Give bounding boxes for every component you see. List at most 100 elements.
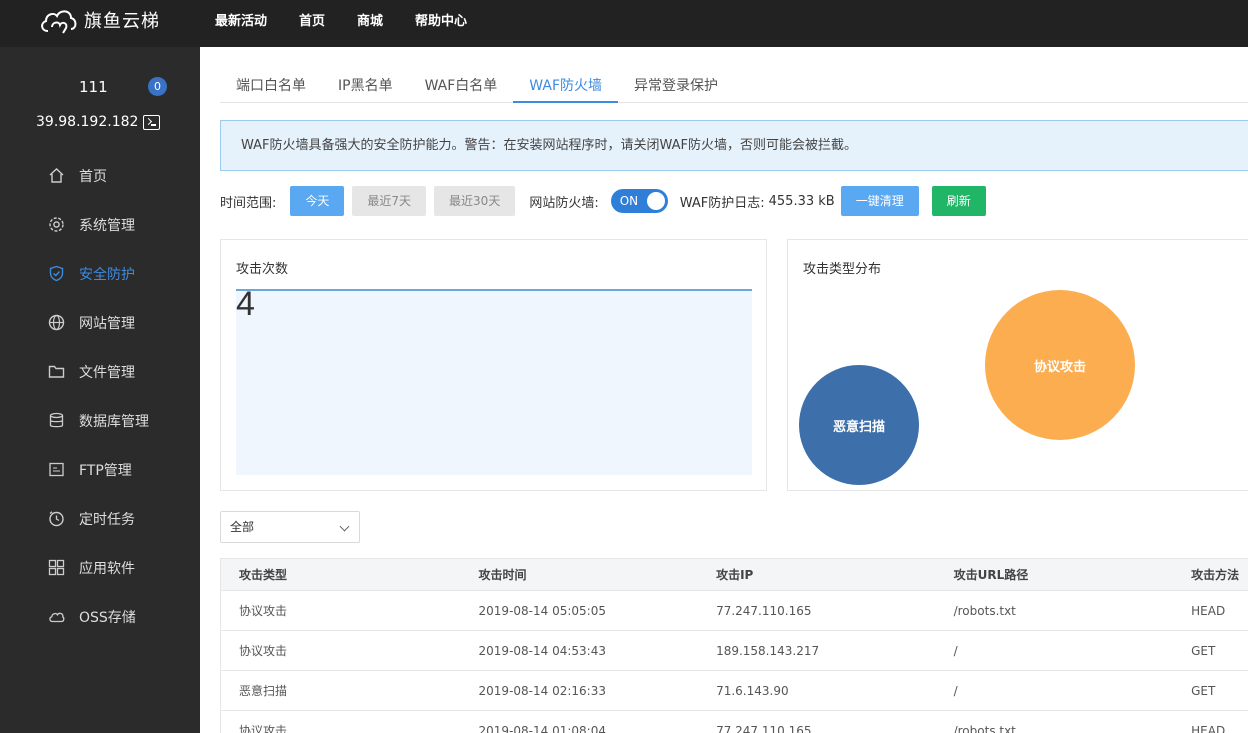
logo-text: 旗鱼云梯 bbox=[84, 11, 160, 32]
cell-attack-method: GET bbox=[1191, 684, 1216, 698]
column-header: 攻击URL路径 bbox=[953, 568, 1029, 582]
sidebar-item-label: 安全防护 bbox=[79, 266, 135, 283]
sidebar-item-security[interactable]: 安全防护 bbox=[0, 249, 200, 298]
user-name: 111 bbox=[79, 78, 108, 96]
sidebar-item-cron[interactable]: 定时任务 bbox=[0, 494, 200, 543]
table-row: 协议攻击 2019-08-14 05:05:05 77.247.110.165 … bbox=[221, 591, 1248, 631]
range-30days-button[interactable]: 最近30天 bbox=[434, 186, 516, 216]
cell-attack-method: HEAD bbox=[1191, 724, 1226, 733]
clock-icon bbox=[48, 510, 65, 527]
sidebar-item-ftp[interactable]: FTP管理 bbox=[0, 445, 200, 494]
message-badge[interactable]: 0 bbox=[148, 77, 167, 96]
cell-attack-url: / bbox=[953, 644, 958, 658]
chevron-down-icon bbox=[339, 521, 350, 532]
cell-attack-time: 2019-08-14 02:16:33 bbox=[478, 684, 606, 698]
nav-help-center[interactable]: 帮助中心 bbox=[415, 10, 467, 29]
sidebar-item-label: OSS存储 bbox=[79, 609, 136, 626]
sidebar-item-label: 首页 bbox=[79, 168, 107, 185]
attack-count-value: 4 bbox=[236, 285, 255, 323]
attack-type-panel: 攻击类型分布 恶意扫描 协议攻击 bbox=[787, 239, 1248, 491]
sidebar-item-system[interactable]: 系统管理 bbox=[0, 200, 200, 249]
sidebar-item-database[interactable]: 数据库管理 bbox=[0, 396, 200, 445]
column-header: 攻击方法 bbox=[1191, 568, 1240, 582]
sidebar-item-website[interactable]: 网站管理 bbox=[0, 298, 200, 347]
cell-attack-time: 2019-08-14 04:53:43 bbox=[478, 644, 606, 658]
cell-attack-method: HEAD bbox=[1191, 604, 1226, 618]
cell-attack-ip: 71.6.143.90 bbox=[716, 684, 789, 698]
cell-attack-ip: 77.247.110.165 bbox=[716, 724, 812, 733]
bubble-malicious-scan[interactable]: 恶意扫描 bbox=[799, 365, 919, 485]
attack-count-title: 攻击次数 bbox=[236, 262, 289, 277]
column-header: 攻击IP bbox=[716, 568, 754, 582]
sidebar: 111 0 39.98.192.182 首页 系统管理 安全防护 网站管理 文件… bbox=[0, 47, 200, 733]
cell-attack-url: / bbox=[953, 684, 958, 698]
toggle-label: ON bbox=[619, 194, 639, 208]
sidebar-item-apps[interactable]: 应用软件 bbox=[0, 543, 200, 592]
cloud-logo-icon bbox=[41, 10, 77, 34]
filter-selected-value: 全部 bbox=[230, 520, 255, 534]
database-icon bbox=[48, 412, 65, 429]
table-row: 协议攻击 2019-08-14 04:53:43 189.158.143.217… bbox=[221, 631, 1248, 671]
apps-icon bbox=[48, 559, 65, 576]
security-tabs: 端口白名单 IP黑名单 WAF白名单 WAF防火墙 异常登录保护 bbox=[220, 69, 1248, 103]
cell-attack-time: 2019-08-14 01:08:04 bbox=[478, 724, 606, 733]
tab-waf-whitelist[interactable]: WAF白名单 bbox=[409, 69, 514, 103]
sidebar-item-label: 数据库管理 bbox=[79, 413, 149, 430]
nav-home[interactable]: 首页 bbox=[299, 10, 325, 29]
waf-log-label: WAF防护日志: bbox=[679, 195, 765, 211]
sidebar-item-home[interactable]: 首页 bbox=[0, 151, 200, 200]
gear-icon bbox=[48, 216, 65, 233]
attack-log-table: 攻击类型 攻击时间 攻击IP 攻击URL路径 攻击方法 协议攻击 2019-08… bbox=[220, 558, 1248, 733]
sidebar-item-label: FTP管理 bbox=[79, 462, 132, 479]
home-icon bbox=[48, 167, 65, 184]
attack-type-filter-select[interactable]: 全部 bbox=[220, 511, 360, 543]
sidebar-item-label: 系统管理 bbox=[79, 217, 135, 234]
terminal-icon[interactable] bbox=[143, 115, 160, 130]
logo[interactable]: 旗鱼云梯 bbox=[38, 4, 160, 36]
table-row: 恶意扫描 2019-08-14 02:16:33 71.6.143.90 / G… bbox=[221, 671, 1248, 711]
table-header: 攻击类型 攻击时间 攻击IP 攻击URL路径 攻击方法 bbox=[221, 559, 1248, 591]
folder-icon bbox=[48, 363, 65, 380]
firewall-toggle[interactable]: ON bbox=[610, 189, 668, 213]
firewall-label: 网站防火墙: bbox=[529, 195, 599, 211]
cloud-icon bbox=[48, 608, 65, 625]
sidebar-item-label: 应用软件 bbox=[79, 560, 135, 577]
time-range-label: 时间范围: bbox=[220, 195, 277, 211]
sidebar-item-files[interactable]: 文件管理 bbox=[0, 347, 200, 396]
waf-warning-alert: WAF防火墙具备强大的安全防护能力。警告：在安装网站程序时，请关闭WAF防火墙，… bbox=[220, 120, 1248, 171]
top-nav: 最新活动 首页 商城 帮助中心 bbox=[215, 0, 499, 38]
range-today-button[interactable]: 今天 bbox=[290, 186, 345, 216]
cell-attack-method: GET bbox=[1191, 644, 1216, 658]
waf-controls: 时间范围: 今天 最近7天 最近30天 网站防火墙: ON WAF防护日志: 4… bbox=[220, 186, 994, 216]
main-content: 端口白名单 IP黑名单 WAF白名单 WAF防火墙 异常登录保护 WAF防火墙具… bbox=[200, 47, 1248, 733]
tab-port-whitelist[interactable]: 端口白名单 bbox=[220, 69, 322, 103]
waf-log-size: 455.33 kB bbox=[768, 193, 835, 209]
cell-attack-type: 协议攻击 bbox=[239, 724, 288, 733]
nav-store[interactable]: 商城 bbox=[357, 10, 383, 29]
tab-waf-firewall[interactable]: WAF防火墙 bbox=[513, 69, 619, 103]
sidebar-item-oss[interactable]: OSS存储 bbox=[0, 592, 200, 641]
top-bar: 旗鱼云梯 最新活动 首页 商城 帮助中心 bbox=[0, 0, 1248, 47]
cell-attack-ip: 189.158.143.217 bbox=[716, 644, 820, 658]
range-7days-button[interactable]: 最近7天 bbox=[352, 186, 427, 216]
sidebar-item-label: 网站管理 bbox=[79, 315, 135, 332]
cell-attack-type: 协议攻击 bbox=[239, 644, 288, 658]
bubble-protocol-attack[interactable]: 协议攻击 bbox=[985, 290, 1135, 440]
cell-attack-ip: 77.247.110.165 bbox=[716, 604, 812, 618]
globe-icon bbox=[48, 314, 65, 331]
tab-ip-blacklist[interactable]: IP黑名单 bbox=[322, 69, 409, 103]
column-header: 攻击类型 bbox=[239, 568, 288, 582]
clear-log-button[interactable]: 一键清理 bbox=[840, 186, 919, 216]
tab-abnormal-login[interactable]: 异常登录保护 bbox=[618, 69, 734, 103]
attack-count-area: 4 bbox=[236, 285, 752, 475]
attack-count-panel: 攻击次数 4 bbox=[220, 239, 767, 491]
refresh-button[interactable]: 刷新 bbox=[931, 186, 986, 216]
cell-attack-url: /robots.txt bbox=[953, 724, 1016, 733]
server-ip: 39.98.192.182 bbox=[36, 114, 139, 130]
table-row: 协议攻击 2019-08-14 01:08:04 77.247.110.165 … bbox=[221, 711, 1248, 733]
toggle-knob bbox=[646, 192, 665, 210]
cell-attack-type: 协议攻击 bbox=[239, 604, 288, 618]
nav-latest-activity[interactable]: 最新活动 bbox=[215, 10, 267, 29]
cell-attack-url: /robots.txt bbox=[953, 604, 1016, 618]
ftp-icon bbox=[48, 461, 65, 478]
